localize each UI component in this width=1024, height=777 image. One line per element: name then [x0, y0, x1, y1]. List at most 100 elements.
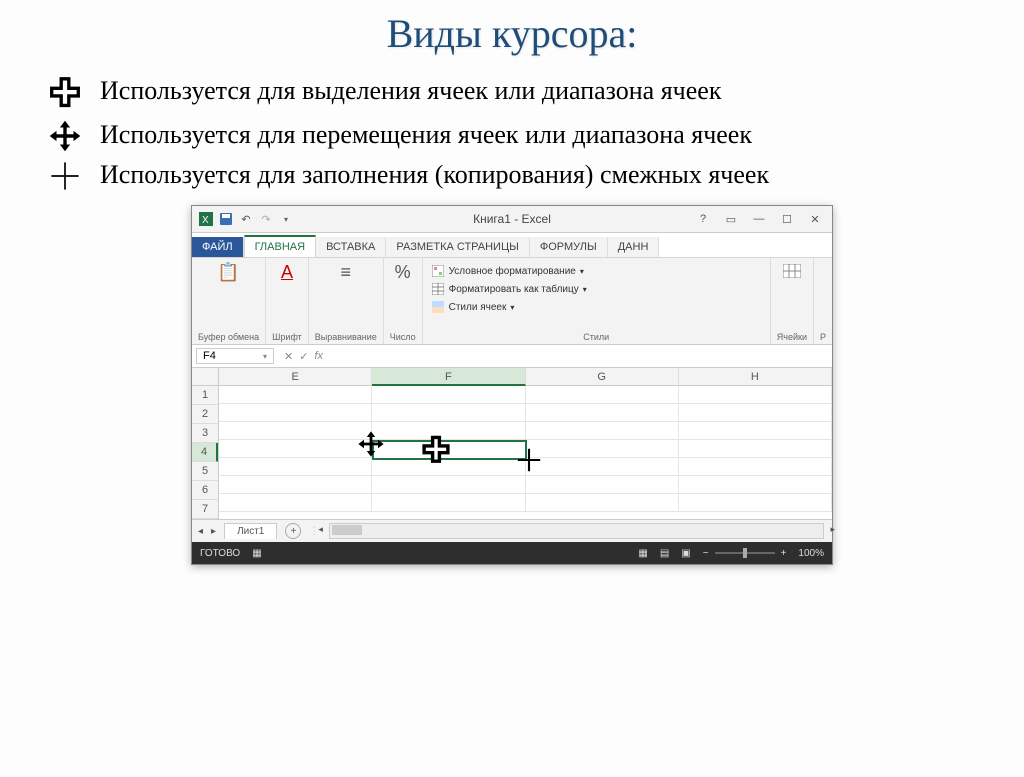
- cursor-select-desc: Используется для выделения ячеек или диа…: [100, 75, 721, 108]
- table-icon: [431, 282, 445, 296]
- cell[interactable]: [219, 494, 372, 512]
- cell[interactable]: [219, 476, 372, 494]
- name-box[interactable]: F4 ▾: [196, 348, 274, 364]
- cell[interactable]: [372, 386, 525, 404]
- slide-title: Виды курсора:: [0, 10, 1024, 57]
- cell-grid[interactable]: EFGH 1234567: [192, 368, 832, 519]
- row-header[interactable]: 1: [192, 386, 218, 405]
- cell[interactable]: [372, 494, 525, 512]
- sheet-tab[interactable]: Лист1: [224, 523, 277, 539]
- row-header[interactable]: 6: [192, 481, 218, 500]
- row-header[interactable]: 3: [192, 424, 218, 443]
- maximize-icon[interactable]: ☐: [774, 209, 800, 229]
- macro-record-icon[interactable]: ▦: [252, 548, 261, 559]
- ribbon-tabs: ФАЙЛ ГЛАВНАЯ ВСТАВКА РАЗМЕТКА СТРАНИЦЫ Ф…: [192, 233, 832, 258]
- ribbon-clipboard[interactable]: 📋 Буфер обмена: [192, 258, 266, 344]
- status-text: ГОТОВО: [200, 548, 240, 559]
- horizontal-scrollbar[interactable]: ◂ ▸: [329, 523, 824, 539]
- tab-home[interactable]: ГЛАВНАЯ: [244, 235, 316, 257]
- col-header[interactable]: F: [372, 368, 525, 386]
- tab-insert[interactable]: ВСТАВКА: [316, 237, 386, 257]
- row-header[interactable]: 5: [192, 462, 218, 481]
- sheet-nav-next-icon[interactable]: ▸: [211, 526, 216, 537]
- move-cursor-icon: [30, 119, 100, 153]
- cell[interactable]: [219, 386, 372, 404]
- ribbon-cells[interactable]: Ячейки: [771, 258, 814, 344]
- cursor-move-desc: Используется для перемещения ячеек или д…: [100, 119, 752, 152]
- col-header[interactable]: H: [679, 368, 832, 386]
- qat-dropdown-icon[interactable]: ▾: [278, 211, 294, 227]
- cell[interactable]: [679, 440, 832, 458]
- cell[interactable]: [679, 476, 832, 494]
- cell[interactable]: [372, 476, 525, 494]
- selected-cell-F4[interactable]: [372, 440, 527, 460]
- cell[interactable]: [526, 440, 679, 458]
- ribbon-number[interactable]: % Число: [384, 258, 423, 344]
- close-icon[interactable]: ✕: [802, 209, 828, 229]
- cell[interactable]: [372, 404, 525, 422]
- cancel-formula-icon[interactable]: ✕: [284, 350, 293, 363]
- cell[interactable]: [679, 404, 832, 422]
- minimize-icon[interactable]: —: [746, 209, 772, 229]
- zoom-in-icon[interactable]: +: [781, 548, 787, 559]
- zoom-level[interactable]: 100%: [798, 548, 824, 559]
- cell[interactable]: [219, 458, 372, 476]
- cell-styles-button[interactable]: Стили ячеек▾: [431, 300, 762, 314]
- cell[interactable]: [526, 422, 679, 440]
- namebox-dropdown-icon[interactable]: ▾: [263, 352, 267, 361]
- fx-icon[interactable]: fx: [314, 350, 323, 362]
- cell[interactable]: [526, 386, 679, 404]
- accept-formula-icon[interactable]: ✓: [299, 350, 308, 363]
- view-layout-icon[interactable]: ▤: [660, 548, 669, 559]
- cell[interactable]: [372, 422, 525, 440]
- cell[interactable]: [526, 476, 679, 494]
- tab-layout[interactable]: РАЗМЕТКА СТРАНИЦЫ: [386, 237, 529, 257]
- row-header[interactable]: 4: [192, 443, 218, 462]
- cell[interactable]: [526, 458, 679, 476]
- zoom-out-icon[interactable]: −: [703, 548, 709, 559]
- conditional-format-button[interactable]: Условное форматирование▾: [431, 264, 762, 278]
- help-icon[interactable]: ?: [690, 209, 716, 229]
- ribbon-font[interactable]: A Шрифт: [266, 258, 309, 344]
- redo-icon[interactable]: ↷: [258, 211, 274, 227]
- cell[interactable]: [679, 386, 832, 404]
- excel-screenshot: X ↶ ↷ ▾ Книга1 - Excel ? ▭ — ☐ ✕ ФАЙЛ ГЛ…: [191, 205, 833, 565]
- row-header[interactable]: 7: [192, 500, 218, 519]
- cond-format-icon: [431, 264, 445, 278]
- ribbon-styles: Условное форматирование▾ Форматировать к…: [423, 258, 771, 344]
- tab-data[interactable]: ДАНН: [608, 237, 660, 257]
- formula-bar: F4 ▾ ✕ ✓ fx: [192, 345, 832, 368]
- col-header[interactable]: G: [526, 368, 679, 386]
- percent-icon: %: [395, 262, 411, 283]
- cell[interactable]: [372, 458, 525, 476]
- row-header[interactable]: 2: [192, 405, 218, 424]
- cell[interactable]: [526, 404, 679, 422]
- cell[interactable]: [679, 422, 832, 440]
- zoom-slider[interactable]: − +: [703, 548, 787, 559]
- titlebar: X ↶ ↷ ▾ Книга1 - Excel ? ▭ — ☐ ✕: [192, 206, 832, 233]
- cell[interactable]: [679, 458, 832, 476]
- paste-icon: 📋: [217, 262, 239, 283]
- view-break-icon[interactable]: ▣: [681, 548, 690, 559]
- cell-styles-icon: [431, 300, 445, 314]
- ribbon-options-icon[interactable]: ▭: [718, 209, 744, 229]
- excel-logo-icon: X: [198, 211, 214, 227]
- ribbon-edit[interactable]: Р: [814, 258, 832, 344]
- font-icon: A: [281, 262, 293, 283]
- sheet-nav-prev-icon[interactable]: ◂: [198, 526, 203, 537]
- cursor-move-row: Используется для перемещения ячеек или д…: [30, 119, 1024, 153]
- view-normal-icon[interactable]: ▦: [638, 548, 647, 559]
- format-table-button[interactable]: Форматировать как таблицу▾: [431, 282, 762, 296]
- ribbon-align[interactable]: ≡ Выравнивание: [309, 258, 384, 344]
- cell[interactable]: [679, 494, 832, 512]
- cell[interactable]: [526, 494, 679, 512]
- undo-icon[interactable]: ↶: [238, 211, 254, 227]
- new-sheet-icon[interactable]: +: [285, 523, 301, 539]
- cell[interactable]: [219, 422, 372, 440]
- col-header[interactable]: E: [219, 368, 372, 386]
- tab-formulas[interactable]: ФОРМУЛЫ: [530, 237, 608, 257]
- cell[interactable]: [219, 404, 372, 422]
- cell[interactable]: [219, 440, 372, 458]
- save-icon[interactable]: [218, 211, 234, 227]
- tab-file[interactable]: ФАЙЛ: [192, 237, 244, 257]
